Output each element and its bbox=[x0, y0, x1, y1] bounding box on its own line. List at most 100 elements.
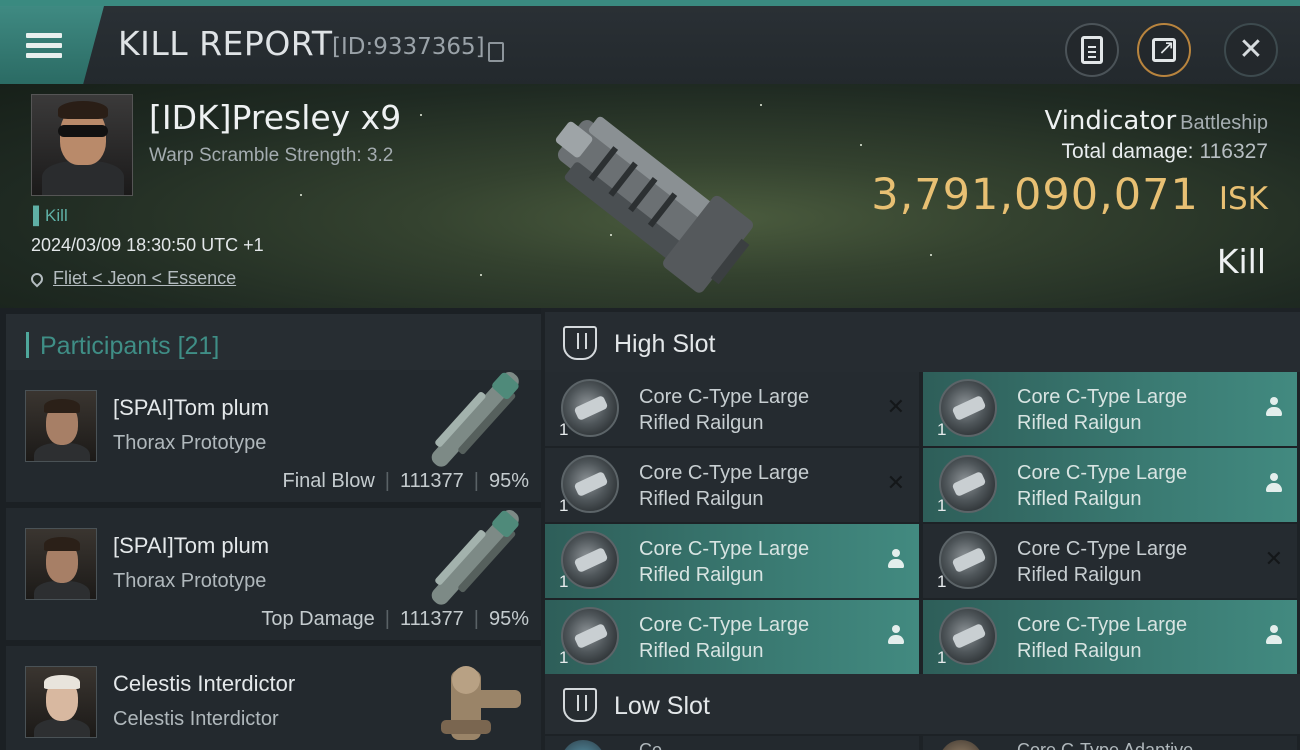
participant-percent: 95% bbox=[488, 608, 529, 630]
location-link[interactable]: Fliet < Jeon < Essence bbox=[53, 268, 236, 289]
module-name-line1: Core C-Type Large bbox=[1017, 386, 1188, 408]
module-name: Core C-Type Large Rifled Railgun bbox=[639, 536, 809, 588]
module-slot[interactable]: 1 Core C-Type Large Rifled Railgun bbox=[923, 600, 1297, 674]
module-name: Core C-Type Large Rifled Railgun bbox=[1017, 460, 1187, 512]
fitting-panel: High Slot 1 Core C-Type Large Rifled Rail… bbox=[541, 308, 1300, 750]
participant-row[interactable]: [SPAI]Tom plum Thorax Prototype Top Dama… bbox=[6, 508, 541, 642]
module-name-line2: Rifled Railgun bbox=[1017, 412, 1142, 434]
report-id: [ID:9337365] bbox=[332, 34, 485, 60]
module-name: Core C-Type Large Rifled Railgun bbox=[639, 612, 809, 664]
dropped-person-icon bbox=[1265, 625, 1283, 645]
victim-avatar[interactable] bbox=[31, 94, 133, 196]
module-name: Core C-Type Large Rifled Railgun bbox=[639, 460, 809, 512]
module-name-line2: Rifled Railgun bbox=[639, 564, 764, 586]
module-name-line2: Rifled Railgun bbox=[639, 488, 764, 510]
module-slot[interactable]: 1 Core C-Type Large Rifled Railgun ✕ bbox=[923, 524, 1297, 598]
module-slot[interactable]: 1 Core C-Type Large Rifled Railgun ✕ bbox=[545, 448, 919, 522]
module-slot[interactable]: 1 Core C-Type Large Rifled Railgun bbox=[923, 372, 1297, 446]
participants-label: Participants bbox=[40, 332, 171, 360]
participant-row[interactable]: [SPAI]Tom plum Thorax Prototype Final Bl… bbox=[6, 370, 541, 504]
module-name: Co... bbox=[639, 740, 678, 750]
module-slot[interactable]: 1 Core C-Type Large Rifled Railgun bbox=[545, 524, 919, 598]
low-slot-label: Low Slot bbox=[614, 692, 710, 720]
module-name-line1: Core C-Type Large bbox=[639, 386, 810, 408]
clipboard-icon bbox=[1081, 36, 1103, 64]
module-name-line2: Rifled Railgun bbox=[1017, 640, 1142, 662]
clipboard-button[interactable] bbox=[1065, 23, 1119, 77]
ship-name[interactable]: Vindicator bbox=[1044, 106, 1176, 136]
dropped-person-icon bbox=[887, 549, 905, 569]
module-quantity: 1 bbox=[937, 572, 947, 591]
participants-panel: Participants [21] [SPAI]Tom plum Thorax … bbox=[0, 308, 541, 750]
participant-avatar[interactable] bbox=[25, 666, 97, 738]
copy-id-icon[interactable] bbox=[488, 42, 504, 62]
share-button[interactable] bbox=[1137, 23, 1191, 77]
destroyed-icon: ✕ bbox=[886, 470, 905, 495]
module-icon bbox=[939, 740, 983, 750]
participant-name[interactable]: [SPAI]Tom plum bbox=[113, 533, 269, 559]
module-quantity: 1 bbox=[559, 572, 569, 591]
module-quantity: 1 bbox=[559, 496, 569, 515]
page-title: KILL REPORT bbox=[118, 24, 333, 63]
railgun-icon bbox=[939, 607, 997, 665]
dropped-person-icon bbox=[1265, 397, 1283, 417]
module-name-line1: Core C-Type Large bbox=[639, 462, 810, 484]
module-icon bbox=[561, 740, 605, 750]
module-name-line1: Core C-Type Large bbox=[1017, 538, 1188, 560]
participant-ship-image bbox=[431, 372, 519, 467]
railgun-icon bbox=[561, 379, 619, 437]
module-slot[interactable]: Core C-Type Adaptive... bbox=[923, 736, 1297, 750]
module-slot[interactable]: 1 Core C-Type Large Rifled Railgun ✕ bbox=[545, 372, 919, 446]
low-slot-icon bbox=[563, 688, 597, 722]
module-quantity: 1 bbox=[559, 648, 569, 667]
participant-avatar[interactable] bbox=[25, 390, 97, 462]
victim-ship-image bbox=[555, 116, 754, 293]
total-damage-label: Total damage: bbox=[1061, 140, 1194, 163]
high-slot-label: High Slot bbox=[614, 330, 716, 358]
isk-amount: 3,791,090,071 bbox=[871, 170, 1199, 220]
dropped-person-icon bbox=[887, 625, 905, 645]
destroyed-icon: ✕ bbox=[1264, 546, 1283, 571]
participants-header[interactable]: Participants [21] bbox=[6, 314, 541, 374]
module-slot[interactable]: 1 Core C-Type Large Rifled Railgun bbox=[923, 448, 1297, 522]
high-slot-header[interactable]: High Slot bbox=[545, 312, 1300, 372]
participant-avatar[interactable] bbox=[25, 528, 97, 600]
share-icon bbox=[1152, 35, 1176, 62]
module-name-line1: Core C-Type Large bbox=[1017, 462, 1188, 484]
module-name-line1: Core C-Type Large bbox=[639, 538, 810, 560]
kill-result: Kill bbox=[1216, 242, 1266, 281]
dropped-person-icon bbox=[1265, 473, 1283, 493]
participant-name[interactable]: [SPAI]Tom plum bbox=[113, 395, 269, 421]
module-quantity: 1 bbox=[559, 420, 569, 439]
kill-location[interactable]: Fliet < Jeon < Essence bbox=[28, 268, 236, 289]
module-name: Core C-Type Large Rifled Railgun bbox=[1017, 384, 1187, 436]
victim-summary: [IDK]Presley x9 Warp Scramble Strength: … bbox=[0, 84, 1300, 308]
participant-name[interactable]: Celestis Interdictor bbox=[113, 671, 295, 697]
module-name: Core C-Type Large Rifled Railgun bbox=[1017, 612, 1187, 664]
victim-name[interactable]: [IDK]Presley x9 bbox=[149, 98, 401, 137]
participant-row[interactable]: Celestis Interdictor Celestis Interdicto… bbox=[6, 646, 541, 750]
location-pin-icon bbox=[28, 270, 46, 287]
module-slot[interactable]: Co... bbox=[545, 736, 919, 750]
module-slot[interactable]: 1 Core C-Type Large Rifled Railgun bbox=[545, 600, 919, 674]
menu-button[interactable] bbox=[0, 6, 104, 84]
railgun-icon bbox=[939, 455, 997, 513]
participant-stats: Top Damage | 111377 | 95% bbox=[261, 608, 529, 630]
participant-ship: Thorax Prototype bbox=[113, 570, 267, 592]
railgun-icon bbox=[561, 531, 619, 589]
close-button[interactable]: ✕ bbox=[1224, 23, 1278, 77]
low-slot-header[interactable]: Low Slot bbox=[545, 674, 1300, 734]
participant-ship: Celestis Interdictor bbox=[113, 708, 279, 730]
module-name: Core C-Type Large Rifled Railgun bbox=[1017, 536, 1187, 588]
railgun-icon bbox=[561, 455, 619, 513]
isk-value: 3,791,090,071 ISK bbox=[871, 170, 1268, 220]
module-name-line2: Rifled Railgun bbox=[1017, 564, 1142, 586]
total-damage-value: 116327 bbox=[1199, 140, 1268, 163]
module-quantity: 1 bbox=[937, 496, 947, 515]
railgun-icon bbox=[561, 607, 619, 665]
module-name: Core C-Type Adaptive... bbox=[1017, 740, 1209, 750]
victim-ship-type: Vindicator Battleship bbox=[1044, 106, 1268, 136]
participants-accent bbox=[26, 332, 29, 358]
high-slot-icon bbox=[563, 326, 597, 360]
module-name-line1: Core C-Type Large bbox=[1017, 614, 1188, 636]
